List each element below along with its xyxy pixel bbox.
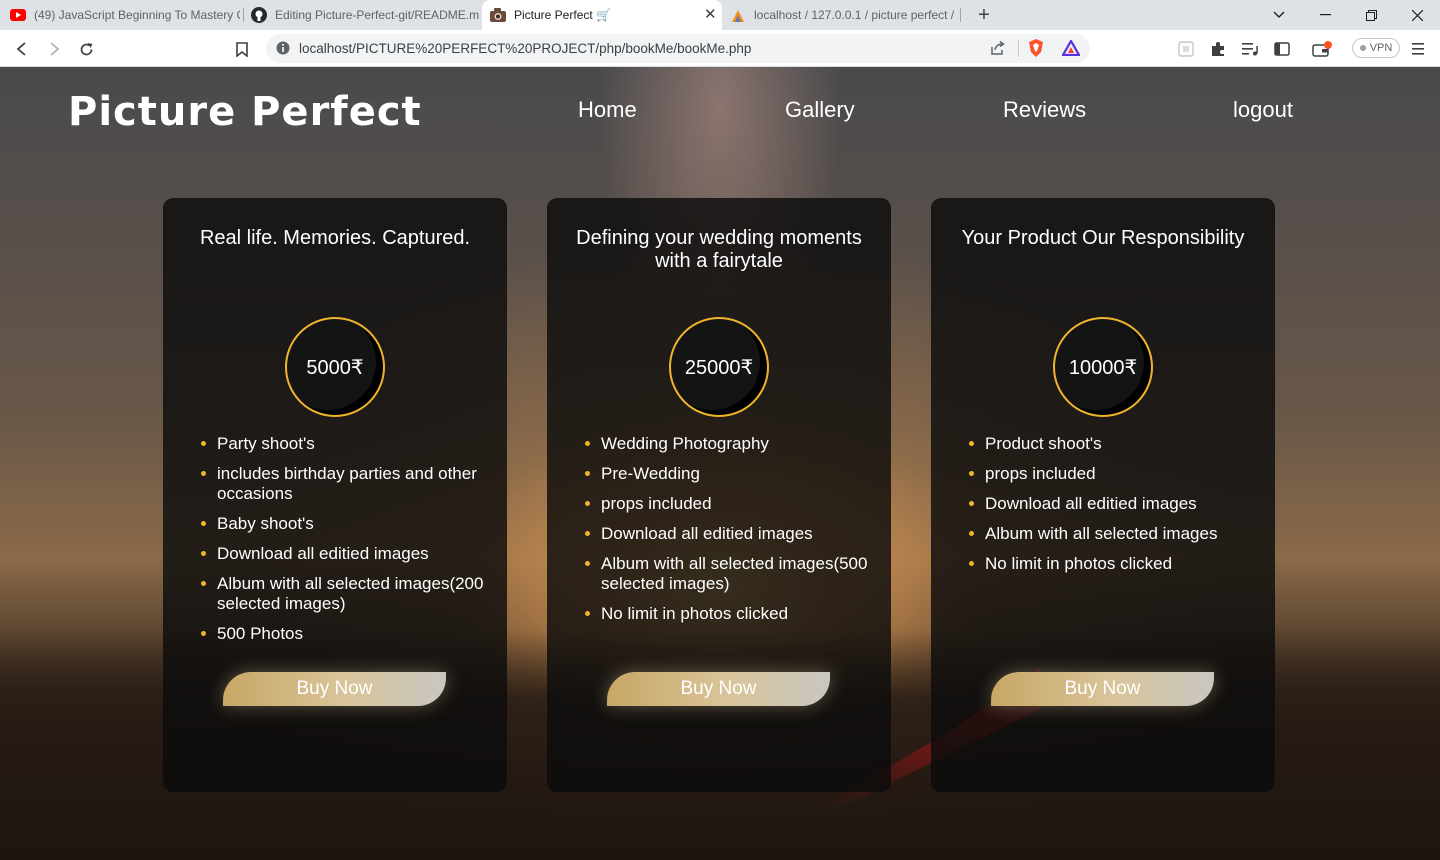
pricing-card-wedding: Defining your wedding moments with a fai… [547, 198, 891, 792]
feature-list: Wedding Photography Pre-Wedding props in… [583, 434, 873, 634]
feature-item: props included [583, 494, 873, 514]
price-badge: 10000₹ [1053, 317, 1153, 417]
tab-github[interactable]: Editing Picture-Perfect-git/README.m [251, 0, 479, 30]
youtube-icon [10, 7, 26, 23]
feature-item: includes birthday parties and other occa… [199, 464, 489, 504]
tab-separator [243, 8, 244, 22]
back-icon[interactable] [11, 38, 33, 60]
wallet-icon[interactable] [1311, 38, 1333, 60]
bookmark-icon[interactable] [231, 38, 253, 60]
nav-gallery[interactable]: Gallery [785, 97, 855, 123]
playlist-icon[interactable] [1239, 38, 1261, 60]
nav-logout[interactable]: logout [1233, 97, 1293, 123]
feature-item: Download all editied images [967, 494, 1257, 514]
tab-title: localhost / 127.0.0.1 / picture perfect … [754, 8, 955, 22]
card-title: Defining your wedding moments with a fai… [576, 227, 862, 272]
tab-phpmyadmin[interactable]: localhost / 127.0.0.1 / picture perfect … [730, 0, 956, 30]
omnibox-divider [1018, 40, 1019, 57]
price-badge: 5000₹ [285, 317, 385, 417]
feature-item: Album with all selected images [967, 524, 1257, 544]
puzzle-icon[interactable] [1207, 38, 1229, 60]
tab-youtube[interactable]: (49) JavaScript Beginning To Mastery C [10, 0, 240, 30]
buy-now-button[interactable]: Buy Now [607, 672, 830, 706]
feature-item: No limit in photos clicked [967, 554, 1257, 574]
vpn-button[interactable]: VPN [1352, 38, 1400, 58]
pricing-card-product: Your Product Our Responsibility 10000₹ P… [931, 198, 1275, 792]
brave-shield-icon[interactable] [1028, 39, 1044, 62]
phpmyadmin-icon [730, 7, 746, 23]
card-title: Your Product Our Responsibility [961, 227, 1245, 249]
pricing-card-basic: Real life. Memories. Captured. 5000₹ Par… [163, 198, 507, 792]
buy-now-button[interactable]: Buy Now [223, 672, 446, 706]
menu-icon[interactable] [1407, 38, 1429, 60]
feature-item: Album with all selected images(200 selec… [199, 574, 489, 614]
feature-item: props included [967, 464, 1257, 484]
extension-grid-icon[interactable] [1175, 38, 1197, 60]
feature-list: Party shoot's includes birthday parties … [199, 434, 489, 654]
nav-reviews[interactable]: Reviews [1003, 97, 1086, 123]
browser-tab-bar: (49) JavaScript Beginning To Mastery C E… [0, 0, 1440, 30]
address-bar[interactable]: localhost/PICTURE%20PERFECT%20PROJECT/ph… [266, 34, 1090, 63]
brave-rewards-icon[interactable] [1061, 38, 1081, 61]
reload-icon[interactable] [75, 38, 97, 60]
browser-toolbar: localhost/PICTURE%20PERFECT%20PROJECT/ph… [0, 30, 1440, 67]
close-icon[interactable]: ✕ [704, 7, 717, 23]
feature-item: Product shoot's [967, 434, 1257, 454]
tab-separator [960, 8, 961, 22]
vpn-status-icon [1359, 45, 1366, 51]
tab-title: Editing Picture-Perfect-git/README.m [275, 8, 479, 22]
info-icon[interactable] [276, 41, 290, 60]
feature-item: Baby shoot's [199, 514, 489, 534]
feature-item: Download all editied images [199, 544, 489, 564]
close-window-icon[interactable] [1394, 0, 1440, 30]
sidebar-icon[interactable] [1271, 38, 1293, 60]
feature-list: Product shoot's props included Download … [967, 434, 1257, 584]
forward-icon[interactable] [43, 38, 65, 60]
tab-search-chevron-icon[interactable] [1256, 0, 1302, 30]
vpn-label: VPN [1369, 42, 1393, 54]
tab-picture-perfect[interactable]: Picture Perfect 🛒 [482, 0, 722, 30]
buy-now-button[interactable]: Buy Now [991, 672, 1214, 706]
tab-title: (49) JavaScript Beginning To Mastery C [34, 8, 240, 22]
feature-item: Wedding Photography [583, 434, 873, 454]
camera-icon [490, 7, 506, 23]
restore-icon[interactable] [1348, 0, 1394, 30]
github-icon [251, 7, 267, 23]
card-title: Real life. Memories. Captured. [199, 227, 471, 249]
nav-home[interactable]: Home [578, 97, 637, 123]
page-background: Picture Perfect Home Gallery Reviews log… [0, 67, 1440, 860]
feature-item: Album with all selected images(500 selec… [583, 554, 873, 594]
feature-item: No limit in photos clicked [583, 604, 873, 624]
new-tab-icon[interactable]: + [974, 4, 994, 26]
site-logo[interactable]: Picture Perfect [68, 89, 422, 135]
feature-item: 500 Photos [199, 624, 489, 644]
tab-title: Picture Perfect 🛒 [514, 8, 611, 22]
feature-item: Download all editied images [583, 524, 873, 544]
share-icon[interactable] [990, 40, 1005, 60]
minimize-icon[interactable] [1302, 0, 1348, 30]
feature-item: Pre-Wedding [583, 464, 873, 484]
url-text[interactable]: localhost/PICTURE%20PERFECT%20PROJECT/ph… [299, 41, 751, 56]
price-badge: 25000₹ [669, 317, 769, 417]
feature-item: Party shoot's [199, 434, 489, 454]
